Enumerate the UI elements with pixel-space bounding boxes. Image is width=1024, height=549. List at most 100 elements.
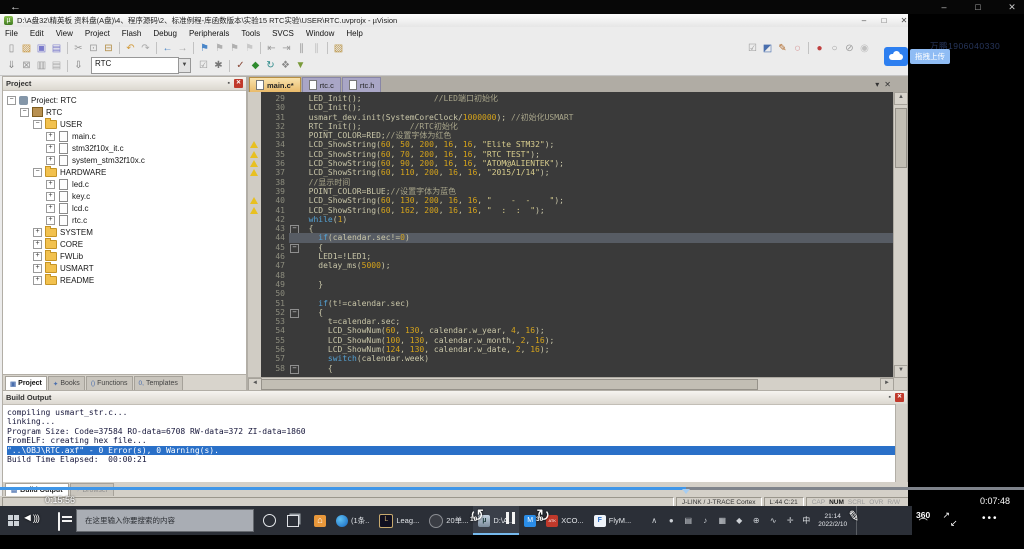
tree-expander-icon[interactable]: − xyxy=(7,96,16,105)
uncomment-icon[interactable]: ∥ xyxy=(309,42,324,55)
target-select[interactable]: RTC ▼ xyxy=(91,57,191,74)
tree-expander-icon[interactable]: + xyxy=(33,240,42,249)
menu-view[interactable]: View xyxy=(56,29,73,38)
code-line-30[interactable]: 30 LCD_Init(); xyxy=(248,103,894,112)
tree-item-usmart[interactable]: +USMART xyxy=(3,262,246,274)
build-icon[interactable]: ◆ xyxy=(248,59,263,72)
code-line-41[interactable]: 41 LCD_ShowString(60, 162, 200, 16, 16, … xyxy=(248,206,894,215)
copy-icon[interactable]: ⊡ xyxy=(86,42,101,55)
tree-expander-icon[interactable]: + xyxy=(46,192,55,201)
cut-icon[interactable]: ✂ xyxy=(71,42,86,55)
code-line-44[interactable]: 44 if(calendar.sec!=0) xyxy=(248,233,894,242)
annotate-icon[interactable]: ✎ xyxy=(775,42,790,55)
tree-expander-icon[interactable]: − xyxy=(20,108,29,117)
code-line-34[interactable]: 34 LCD_ShowString(60, 50, 200, 16, 16, "… xyxy=(248,140,894,149)
screenshot-icon[interactable]: ▤ xyxy=(683,516,693,525)
tree-item-core[interactable]: +CORE xyxy=(3,238,246,250)
taskbar-search-input[interactable]: 在这里输入你要搜索的内容 xyxy=(76,509,254,532)
bookmark-toggle-icon[interactable]: ⚑ xyxy=(197,42,212,55)
editor-vertical-scrollbar[interactable]: ▲ ▼ xyxy=(893,92,907,378)
tab-close-icon[interactable]: ✕ xyxy=(884,80,891,89)
tree-expander-icon[interactable]: − xyxy=(33,168,42,177)
taskbar-clock[interactable]: 21:14 2022/2/10 xyxy=(818,513,847,528)
code-line-43[interactable]: 43− { xyxy=(248,224,894,233)
panel-tab-project[interactable]: ▣Project xyxy=(5,376,47,390)
code-line-39[interactable]: 39 POINT_COLOR=BLUE;//设置字体为蓝色 xyxy=(248,187,894,196)
tree-expander-icon[interactable]: + xyxy=(33,228,42,237)
tree-item-system[interactable]: +SYSTEM xyxy=(3,226,246,238)
menu-project[interactable]: Project xyxy=(85,29,110,38)
taskbar-app-edge[interactable]: (1条.. xyxy=(331,506,374,535)
menu-window[interactable]: Window xyxy=(306,29,334,38)
breakpoint-icon[interactable]: ● xyxy=(812,42,827,55)
panel-tab-templates[interactable]: 0,Templates xyxy=(134,376,183,390)
pin-icon[interactable]: ▪ xyxy=(889,394,891,401)
panel-close-icon[interactable]: ✕ xyxy=(895,393,904,402)
tree-item-main-c[interactable]: +main.c xyxy=(3,130,246,142)
code-line-46[interactable]: 46 LED1=!LED1; xyxy=(248,252,894,261)
build-output-console[interactable]: compiling usmart_str.c...linking...Progr… xyxy=(3,405,907,483)
target-select-value[interactable]: RTC xyxy=(91,57,179,74)
new-file-icon[interactable]: ▯ xyxy=(4,42,19,55)
taskbar-app-home[interactable]: ⌂ xyxy=(309,506,331,535)
taskbar-app-league[interactable]: LLeag... xyxy=(374,506,424,535)
menu-debug[interactable]: Debug xyxy=(153,29,177,38)
code-line-45[interactable]: 45− { xyxy=(248,243,894,252)
seekbar-handle[interactable] xyxy=(682,489,690,494)
breakpoint-kill-icon[interactable]: ⊘ xyxy=(842,42,857,55)
bookmark-clear-icon[interactable]: ⚑ xyxy=(242,42,257,55)
nav-forward-icon[interactable]: → xyxy=(175,42,190,55)
properties-icon[interactable]: ▧ xyxy=(331,42,346,55)
tree-item-fwlib[interactable]: +FWLib xyxy=(3,250,246,262)
code-line-37[interactable]: 37 LCD_ShowString(60, 110, 200, 16, 16, … xyxy=(248,168,894,177)
checklist-icon[interactable]: ☑ xyxy=(745,42,760,55)
tree-item-stm32f10x-it-c[interactable]: +stm32f10x_it.c xyxy=(3,142,246,154)
code-line-47[interactable]: 47 delay_ms(5000); xyxy=(248,261,894,270)
tree-item-key-c[interactable]: +key.c xyxy=(3,190,246,202)
save-icon[interactable]: ▣ xyxy=(34,42,49,55)
ime-indicator[interactable]: 中 xyxy=(802,515,810,526)
app-maximize-button[interactable]: □ xyxy=(970,0,986,14)
camera-icon[interactable]: ◆ xyxy=(734,516,744,525)
flash-download-icon[interactable]: ⇓ xyxy=(4,59,19,72)
scroll-down-icon[interactable]: ▼ xyxy=(894,365,908,378)
menu-peripherals[interactable]: Peripherals xyxy=(189,29,229,38)
panel-close-icon[interactable]: ✕ xyxy=(234,79,243,88)
undo-icon[interactable]: ↶ xyxy=(123,42,138,55)
rotate-360-icon[interactable]: 360⌒ xyxy=(916,511,930,527)
cortana-icon[interactable] xyxy=(263,514,276,527)
code-line-40[interactable]: 40 LCD_ShowString(60, 130, 200, 16, 16, … xyxy=(248,196,894,205)
menu-file[interactable]: File xyxy=(5,29,18,38)
uv-maximize-button[interactable]: □ xyxy=(876,15,892,27)
tree-expander-icon[interactable]: + xyxy=(46,132,55,141)
start-debug-icon[interactable]: ▥ xyxy=(34,59,49,72)
load-icon[interactable]: ⇩ xyxy=(71,59,86,72)
open-file-icon[interactable]: ▨ xyxy=(19,42,34,55)
tree-expander-icon[interactable]: + xyxy=(46,216,55,225)
pin-icon[interactable]: ▪ xyxy=(228,80,230,87)
target-select-dropdown-icon[interactable]: ▼ xyxy=(179,58,191,73)
pause-button[interactable] xyxy=(506,512,515,524)
code-line-32[interactable]: 32 RTC_Init(); //RTC初始化 xyxy=(248,122,894,131)
download-code-icon[interactable]: ▼ xyxy=(293,59,308,72)
more-options-icon[interactable]: ••• xyxy=(982,513,999,524)
code-line-58[interactable]: 58− { xyxy=(248,364,894,373)
nav-back-icon[interactable]: ← xyxy=(160,42,175,55)
code-line-49[interactable]: 49 } xyxy=(248,280,894,289)
menu-tools[interactable]: Tools xyxy=(241,29,260,38)
tree-item-hardware[interactable]: −HARDWARE xyxy=(3,166,246,178)
tree-item-rtc-c[interactable]: +rtc.c xyxy=(3,214,246,226)
paste-icon[interactable]: ⊟ xyxy=(101,42,116,55)
code-line-33[interactable]: 33 POINT_COLOR=RED;//设置字体为红色 xyxy=(248,131,894,140)
tree-expander-icon[interactable]: + xyxy=(46,204,55,213)
code-line-52[interactable]: 52− { xyxy=(248,308,894,317)
editor-tab-main-c[interactable]: main.c* xyxy=(249,77,301,92)
uv-minimize-button[interactable]: – xyxy=(856,15,872,27)
tree-expander-icon[interactable]: + xyxy=(46,144,55,153)
kill-watch-icon[interactable]: ▤ xyxy=(49,59,64,72)
taskbar-app-20[interactable]: 20单... xyxy=(424,506,473,535)
panel-tab-books[interactable]: ✦Books xyxy=(48,376,85,390)
tree-expander-icon[interactable]: − xyxy=(33,120,42,129)
network-icon[interactable]: ▦ xyxy=(717,516,727,525)
tree-expander-icon[interactable]: + xyxy=(33,252,42,261)
